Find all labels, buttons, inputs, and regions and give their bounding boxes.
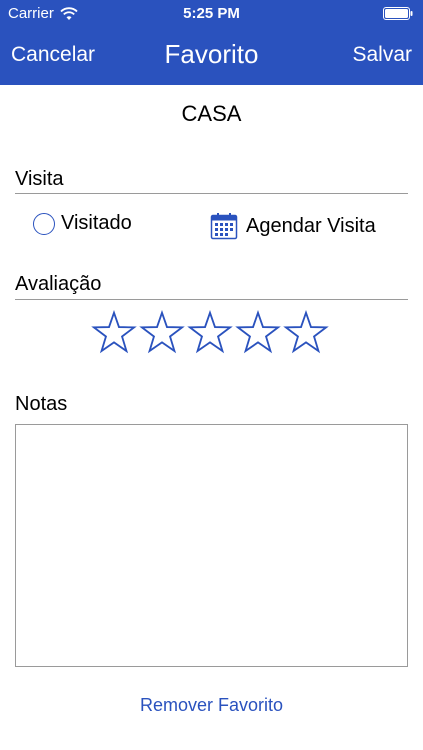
place-name: CASA (181, 101, 242, 126)
star-icon[interactable] (283, 310, 329, 356)
calendar-icon (210, 213, 238, 240)
header: Carrier 5:25 PM Cancelar Favorito Salvar (0, 0, 423, 85)
rating-divider (15, 299, 408, 300)
visit-divider (15, 193, 408, 194)
remove-favorite-button[interactable]: Remover Favorito (0, 695, 423, 716)
star-icon[interactable] (187, 310, 233, 356)
schedule-visit-label: Agendar Visita (246, 214, 376, 237)
favorite-screen: Carrier 5:25 PM Cancelar Favorito Salvar… (0, 0, 423, 750)
battery-icon (383, 7, 413, 20)
notes-section-label: Notas (15, 393, 68, 415)
visited-toggle[interactable]: Visitado (33, 212, 132, 235)
rating-section-label: Avaliação (15, 273, 102, 295)
schedule-visit-button[interactable]: Agendar Visita (210, 212, 376, 240)
visited-label: Visitado (61, 212, 132, 234)
star-icon[interactable] (139, 310, 185, 356)
save-button[interactable]: Salvar (352, 43, 412, 67)
notes-input[interactable] (15, 424, 408, 667)
star-icon[interactable] (91, 310, 137, 356)
visit-section-label: Visita (15, 168, 64, 190)
visit-options: Visitado Agendar Visita (0, 210, 423, 244)
visited-radio-icon[interactable] (33, 212, 55, 235)
rating-stars (91, 310, 329, 356)
status-time: 5:25 PM (183, 5, 240, 22)
star-icon[interactable] (235, 310, 281, 356)
status-bar: Carrier 5:25 PM (0, 0, 423, 28)
